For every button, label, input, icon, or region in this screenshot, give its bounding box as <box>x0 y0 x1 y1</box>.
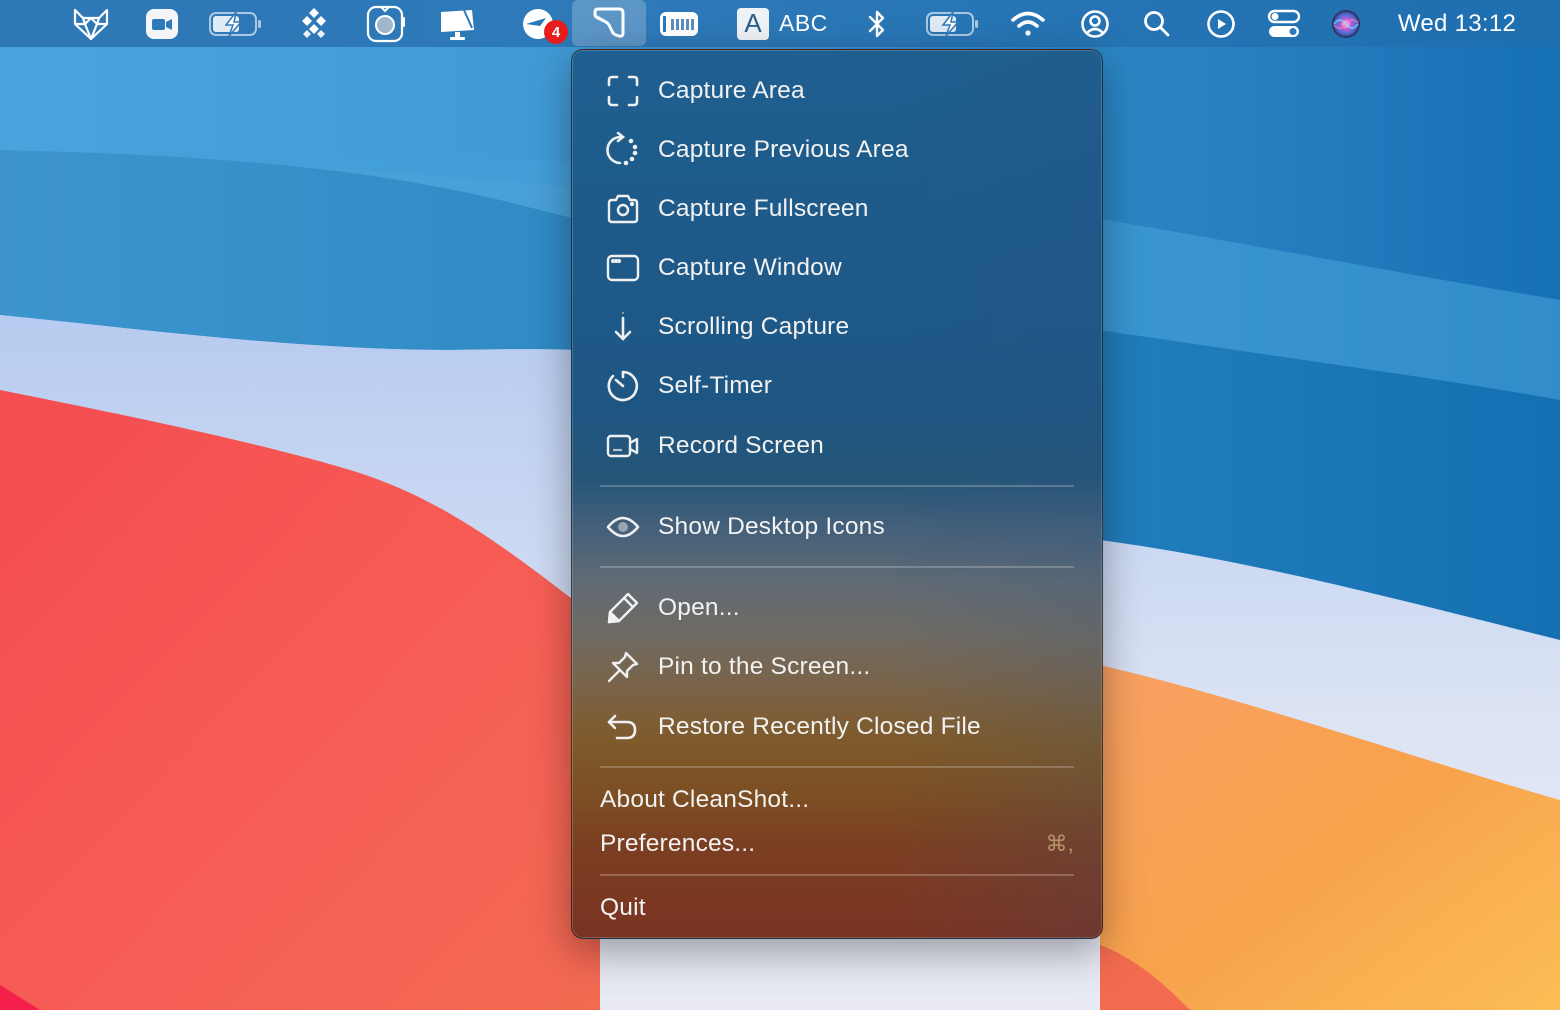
menu-item-label: Self-Timer <box>658 372 773 399</box>
bluetooth-icon <box>868 10 885 37</box>
menu-item-pin-to-screen[interactable]: Pin to the Screen... <box>572 642 1102 692</box>
menu-separator <box>600 566 1074 568</box>
arrow-down-icon <box>606 310 640 344</box>
menubar-item-control-center[interactable] <box>1264 0 1304 47</box>
pin-icon <box>606 650 640 684</box>
window-icon <box>606 251 640 285</box>
menu-item-self-timer[interactable]: Self-Timer <box>572 361 1102 411</box>
play-circle-icon <box>1207 9 1235 38</box>
menu-item-label: Open... <box>658 594 740 621</box>
siri-icon <box>1332 9 1360 38</box>
menubar-item-notifications-app[interactable]: 4 <box>516 0 568 47</box>
menu-item-label: Capture Area <box>658 77 805 104</box>
input-source-icon: A <box>737 7 769 40</box>
notification-badge: 4 <box>544 20 568 44</box>
menu-item-record-screen[interactable]: Record Screen <box>572 421 1102 471</box>
menubar-item-media[interactable] <box>1204 0 1238 47</box>
menu-separator <box>600 766 1074 768</box>
clock-text: Wed 13:12 <box>1397 9 1517 37</box>
user-circle-icon <box>1081 9 1109 38</box>
menubar-item-user[interactable] <box>1078 0 1112 47</box>
pencil-icon <box>606 591 640 625</box>
menubar-clock[interactable]: Wed 13:12 <box>1386 0 1528 47</box>
menu-item-capture-area[interactable]: Capture Area <box>572 66 1102 116</box>
input-source-label: ABC <box>779 10 828 36</box>
battery-charging-icon <box>926 11 978 36</box>
menu-separator <box>600 874 1074 876</box>
menubar-item-battery[interactable] <box>922 0 982 47</box>
battery-charging-icon <box>209 11 261 36</box>
menu-item-preferences[interactable]: Preferences... ⌘, <box>572 819 1102 869</box>
menu-bar: 4 A ABC Wed 13:12 <box>0 0 1560 47</box>
menubar-item-screenshot-app[interactable] <box>364 0 408 47</box>
memory-icon <box>660 11 698 36</box>
menubar-item-gitlab[interactable] <box>68 0 114 47</box>
preferences-shortcut: ⌘, <box>1045 831 1074 856</box>
toggles-icon <box>1267 9 1301 37</box>
menu-item-scrolling-capture[interactable]: Scrolling Capture <box>572 302 1102 352</box>
search-icon <box>1144 10 1170 36</box>
menu-item-label: Preferences... <box>600 830 756 857</box>
eye-icon <box>606 510 640 544</box>
menu-item-label: Capture Previous Area <box>658 136 909 163</box>
wifi-icon <box>1011 11 1045 36</box>
menubar-item-wifi[interactable] <box>1008 0 1048 47</box>
menu-item-show-desktop-icons[interactable]: Show Desktop Icons <box>572 502 1102 552</box>
menu-item-label: Show Desktop Icons <box>658 513 885 540</box>
menu-item-label: Restore Recently Closed File <box>658 713 981 740</box>
menu-item-about[interactable]: About CleanShot... <box>572 775 1102 825</box>
menubar-item-bluetooth[interactable] <box>862 0 892 47</box>
menu-item-capture-fullscreen[interactable]: Capture Fullscreen <box>572 184 1102 234</box>
menubar-item-input-source[interactable]: A ABC <box>737 0 829 47</box>
camera-lens-icon <box>366 5 405 42</box>
menubar-item-zoom[interactable] <box>140 0 184 47</box>
menu-item-label: About CleanShot... <box>600 786 810 813</box>
menubar-item-memory[interactable] <box>656 0 702 47</box>
menu-separator <box>600 485 1074 487</box>
menu-item-capture-window[interactable]: Capture Window <box>572 243 1102 293</box>
camera-icon <box>606 192 640 226</box>
menu-item-label: Scrolling Capture <box>658 313 850 340</box>
menu-item-label: Capture Window <box>658 254 842 281</box>
menu-item-capture-previous-area[interactable]: Capture Previous Area <box>572 125 1102 175</box>
menubar-item-spotlight[interactable] <box>1140 0 1174 47</box>
menubar-item-siri[interactable] <box>1328 0 1364 47</box>
display-icon <box>441 9 474 40</box>
menu-item-restore-closed-file[interactable]: Restore Recently Closed File <box>572 702 1102 752</box>
menu-item-quit[interactable]: Quit <box>572 883 1102 933</box>
menubar-item-cleanshot[interactable] <box>572 0 646 46</box>
capture-previous-area-icon <box>606 132 640 167</box>
menubar-item-battery-app[interactable] <box>205 0 265 47</box>
menubar-item-sidecar[interactable] <box>436 0 480 47</box>
timer-icon <box>606 369 640 403</box>
cleanshot-menu: Capture Area Capture Previous Area Captu <box>571 49 1103 939</box>
undo-arrow-icon <box>606 710 640 744</box>
video-record-icon <box>606 429 640 463</box>
fox-logo-icon <box>73 8 109 40</box>
menu-item-label: Pin to the Screen... <box>658 653 871 680</box>
menu-item-label: Record Screen <box>658 432 825 459</box>
menu-item-open[interactable]: Open... <box>572 583 1102 633</box>
menubar-item-dropbox[interactable] <box>296 0 332 47</box>
video-camera-icon <box>146 8 178 39</box>
capture-area-icon <box>606 74 640 108</box>
menu-item-label: Capture Fullscreen <box>658 195 869 222</box>
menu-item-label: Quit <box>600 894 646 921</box>
cleanshot-icon <box>593 7 625 38</box>
dropbox-icon <box>302 7 326 38</box>
